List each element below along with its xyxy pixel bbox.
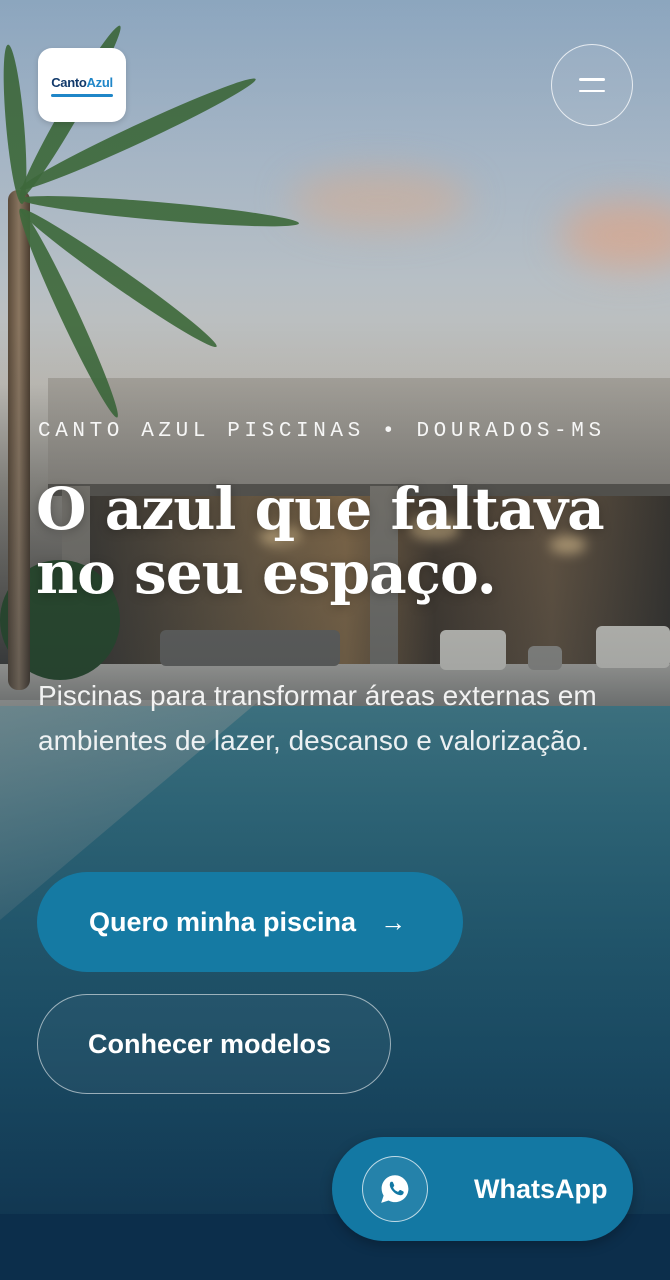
logo-word-azul: Azul <box>86 74 114 90</box>
headline-line-1: O azul que faltava <box>36 475 605 543</box>
whatsapp-label: WhatsApp <box>474 1173 608 1204</box>
primary-cta-label: Quero minha piscina <box>89 906 357 937</box>
hero-headline: O azul que faltava no seu espaço. <box>36 475 656 607</box>
headline-line-2: no seu espaço. <box>36 538 497 607</box>
logo-word-canto: Canto <box>51 74 87 90</box>
logo-mark: CantoAzul <box>51 74 113 97</box>
arrow-right-icon: → <box>380 906 407 937</box>
logo-wave <box>51 93 113 97</box>
quero-minha-piscina-button[interactable]: Quero minha piscina → <box>37 872 463 972</box>
hamburger-menu-icon <box>579 78 605 92</box>
menu-button[interactable] <box>551 44 633 126</box>
secondary-cta-label: Conhecer modelos <box>88 1028 332 1059</box>
brand-logo[interactable]: CantoAzul <box>38 48 126 122</box>
conhecer-modelos-button[interactable]: Conhecer modelos <box>37 994 391 1094</box>
hero-section: CantoAzul CANTO AZUL PISCINAS • DOURADOS… <box>0 0 670 1280</box>
whatsapp-button[interactable]: WhatsApp <box>332 1137 633 1241</box>
whatsapp-icon <box>381 1175 409 1203</box>
hero-eyebrow: CANTO AZUL PISCINAS • DOURADOS-MS <box>38 420 606 443</box>
whatsapp-icon-circle <box>362 1156 428 1222</box>
hero-subtitle: Piscinas para transformar áreas externas… <box>38 680 597 756</box>
